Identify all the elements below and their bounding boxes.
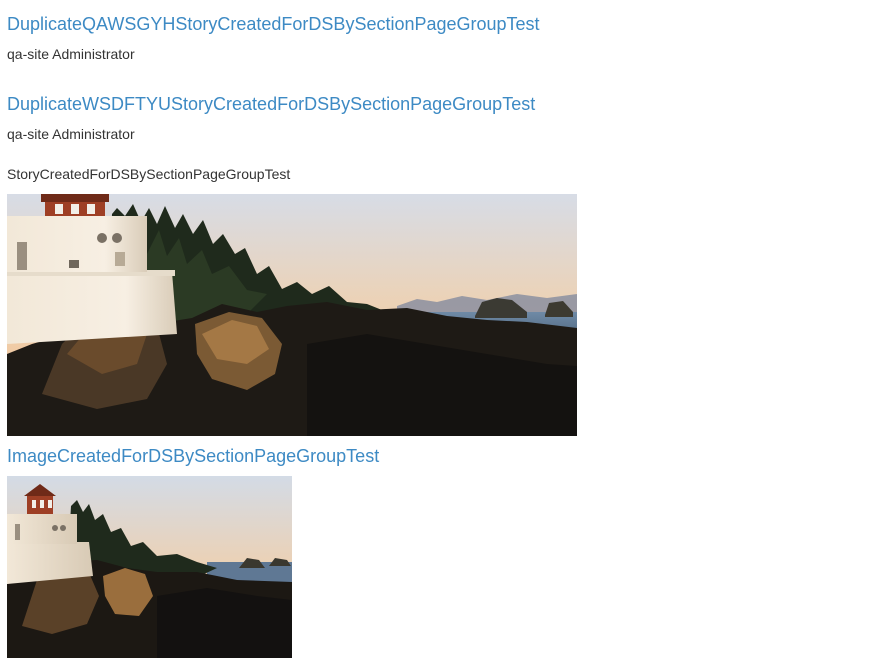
story-title-3: StoryCreatedForDSBySectionPageGroupTest bbox=[7, 166, 291, 182]
story-title-link-2[interactable]: DuplicateWSDFTYUStoryCreatedForDSBySecti… bbox=[7, 93, 535, 115]
lighthouse-photo-thumbnail[interactable] bbox=[7, 476, 292, 658]
lighthouse-photo-large[interactable] bbox=[7, 194, 577, 436]
image-title-link[interactable]: ImageCreatedForDSBySectionPageGroupTest bbox=[7, 445, 379, 467]
story-author-1: qa-site Administrator bbox=[7, 46, 135, 62]
story-author-2: qa-site Administrator bbox=[7, 126, 135, 142]
story-title-link-1[interactable]: DuplicateQAWSGYHStoryCreatedForDSBySecti… bbox=[7, 13, 540, 35]
